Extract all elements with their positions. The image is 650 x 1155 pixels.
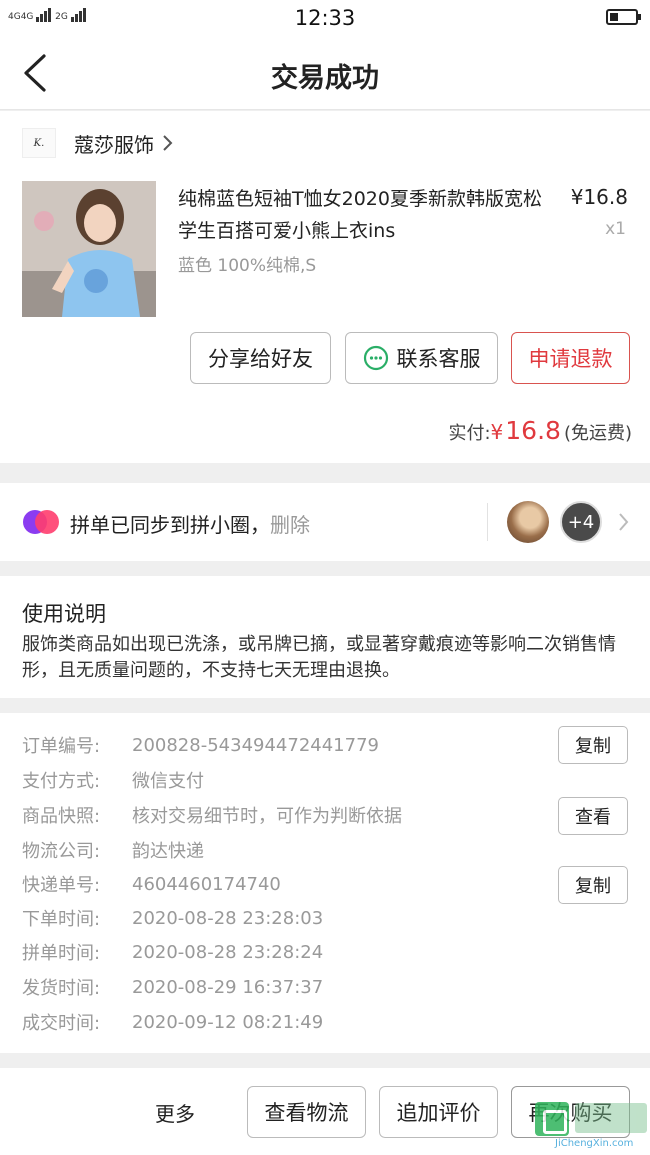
site-watermark: JiChengXin.com (535, 1100, 647, 1152)
refund-button[interactable]: 申请退款 (511, 332, 630, 384)
watermark-url: JiChengXin.com (555, 1138, 634, 1149)
order-number-label: 订单编号: (22, 736, 101, 757)
snapshot-label: 商品快照: (22, 806, 101, 827)
paid-summary: 实付: ¥ 16.8 (免运费) (448, 416, 632, 445)
group-circle-icon (23, 510, 59, 534)
courier-label: 物流公司: (22, 841, 101, 862)
view-snapshot-button[interactable]: 查看 (558, 797, 628, 835)
group-sync-row[interactable]: 拼单已同步到拼小圈，删除 +4 (0, 483, 650, 561)
ship-time-value: 2020-08-29 16:37:37 (132, 976, 324, 998)
divider (487, 503, 488, 541)
status-bar: 4G4G 2G 12:33 (0, 0, 650, 36)
deal-time-value: 2020-09-12 08:21:49 (132, 1011, 324, 1033)
view-logistics-button[interactable]: 查看物流 (247, 1086, 366, 1138)
group-sync-text: 拼单已同步到拼小圈，删除 (70, 509, 310, 538)
payment-method-label: 支付方式: (22, 771, 101, 792)
usage-notes-body: 服饰类商品如出现已洗涤，或吊牌已摘，或显著穿戴痕迹等影响二次销售情形，且无质量问… (22, 634, 616, 681)
group-delete-link[interactable]: 删除 (270, 513, 310, 537)
ship-time-label: 发货时间: (22, 978, 101, 999)
product-price: ¥16.8 (570, 185, 628, 209)
chevron-right-icon (619, 513, 629, 531)
ship-time-row: 发货时间: 2020-08-29 16:37:37 (22, 972, 323, 1002)
snapshot-row: 商品快照: 核对交易细节时，可作为判断依据 (22, 800, 402, 830)
more-button[interactable]: 更多 (155, 1098, 195, 1127)
copy-tracking-button[interactable]: 复制 (558, 866, 628, 904)
add-review-button[interactable]: 追加评价 (379, 1086, 498, 1138)
copy-order-number-button[interactable]: 复制 (558, 726, 628, 764)
usage-notes-title: 使用说明 (22, 602, 106, 626)
order-time-label: 下单时间: (22, 909, 101, 930)
payment-method-value: 微信支付 (132, 771, 204, 792)
order-number-value: 200828-543494472441779 (132, 734, 379, 756)
battery-level (610, 13, 619, 21)
group-time-label: 拼单时间: (22, 943, 101, 964)
watermark-badge (575, 1103, 647, 1133)
avatar (507, 501, 549, 543)
group-sync-message: 拼单已同步到拼小圈， (70, 513, 270, 537)
deal-time-label: 成交时间: (22, 1013, 101, 1034)
paid-amount: 16.8 (505, 416, 561, 445)
tracking-value: 4604460174740 (132, 873, 281, 895)
group-time-row: 拼单时间: 2020-08-28 23:28:24 (22, 937, 323, 967)
tracking-row: 快递单号: 4604460174740 (22, 869, 281, 899)
shop-name: 蔻莎服饰 (74, 132, 154, 157)
page-title: 交易成功 (271, 63, 379, 94)
battery-icon (606, 9, 641, 25)
contact-service-label: 联系客服 (396, 347, 481, 371)
paid-currency: ¥ (490, 420, 504, 444)
order-details: 订单编号: 200828-543494472441779 复制 支付方式: 微信… (0, 713, 650, 1053)
clock: 12:33 (294, 6, 356, 30)
product-variant: 蓝色 100%纯棉,S (178, 256, 317, 276)
product-photo-icon (22, 181, 156, 317)
order-card: K. 蔻莎服饰 纯棉蓝色短袖T恤女2020夏季新款韩版宽松学生百搭可爱小熊上衣i… (0, 111, 650, 463)
order-number-row: 订单编号: 200828-543494472441779 (22, 730, 379, 760)
courier-value: 韵达快递 (132, 841, 204, 862)
product-title[interactable]: 纯棉蓝色短袖T恤女2020夏季新款韩版宽松学生百搭可爱小熊上衣ins (178, 183, 550, 247)
share-button[interactable]: 分享给好友 (190, 332, 331, 384)
snapshot-value: 核对交易细节时，可作为判断依据 (132, 806, 402, 827)
chat-bubble-icon (363, 345, 388, 371)
shop-link[interactable]: K. 蔻莎服饰 (22, 125, 174, 161)
order-detail-page: 4G4G 2G 12:33 交易成功 K. 蔻莎服饰 纯棉蓝色短袖T恤女2020… (0, 0, 650, 1155)
tracking-label: 快递单号: (22, 875, 101, 896)
contact-service-button[interactable]: 联系客服 (345, 332, 498, 384)
paid-label: 实付: (448, 423, 491, 444)
deal-time-row: 成交时间: 2020-09-12 08:21:49 (22, 1007, 323, 1037)
shipping-note: (免运费) (563, 423, 632, 444)
product-image[interactable] (22, 181, 156, 317)
watermark-logo-icon (535, 1102, 569, 1136)
group-time-value: 2020-08-28 23:28:24 (132, 941, 324, 963)
courier-row: 物流公司: 韵达快递 (22, 835, 204, 865)
product-quantity: x1 (605, 219, 626, 239)
nav-bar: 交易成功 (0, 36, 650, 110)
shop-logo: K. (22, 128, 56, 158)
payment-method-row: 支付方式: 微信支付 (22, 765, 204, 795)
order-time-value: 2020-08-28 23:28:03 (132, 907, 324, 929)
avatar-more-count: +4 (560, 501, 602, 543)
order-time-row: 下单时间: 2020-08-28 23:28:03 (22, 903, 323, 933)
chevron-right-icon (163, 135, 173, 151)
usage-notes: 使用说明 服饰类商品如出现已洗涤，或吊牌已摘，或显著穿戴痕迹等影响二次销售情形，… (0, 576, 650, 698)
